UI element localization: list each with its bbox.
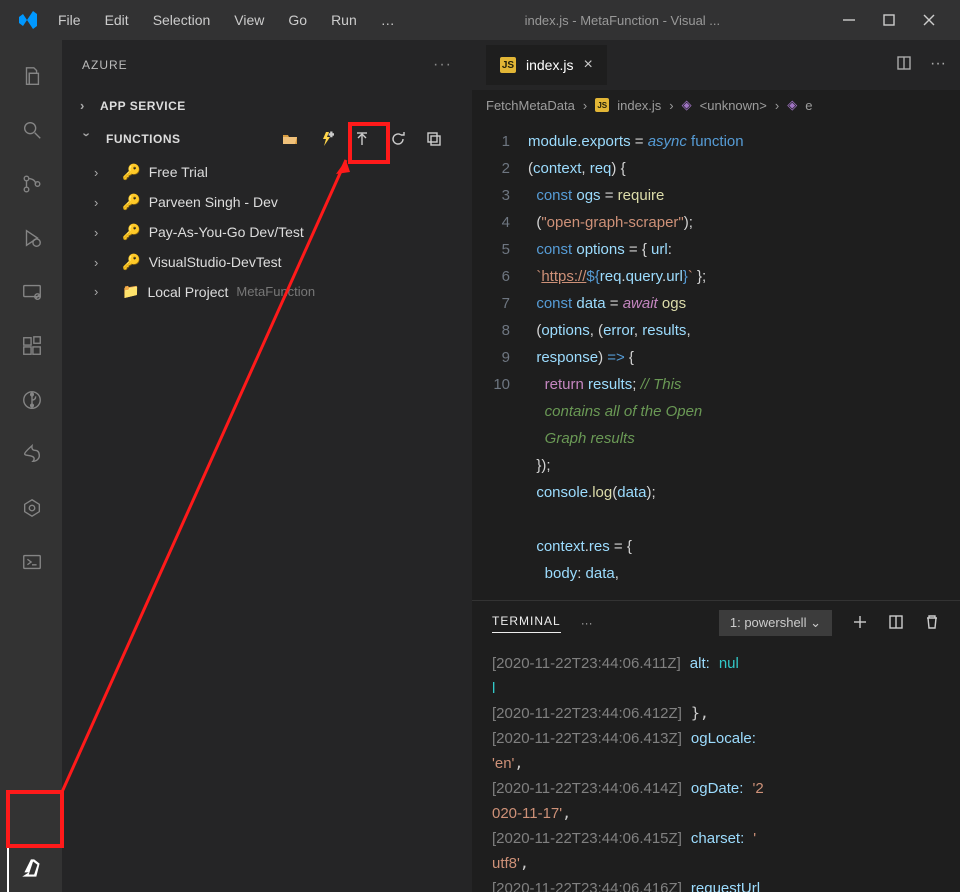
key-icon: 🔑 [122,193,141,211]
terminal-more-icon[interactable]: ··· [581,616,593,630]
git-graph-icon[interactable] [7,376,55,424]
app-service-label: APP SERVICE [100,99,186,113]
menu-view[interactable]: View [224,8,274,32]
menu-run[interactable]: Run [321,8,367,32]
sidebar-title: AZURE ··· [62,40,472,90]
sidebar-title-text: AZURE [82,58,128,72]
azure-icon[interactable] [7,844,55,892]
subscription-item[interactable]: ›🔑VisualStudio-DevTest [90,247,472,277]
remote-icon[interactable] [7,268,55,316]
menu-file[interactable]: File [48,8,91,32]
subscription-tree: ›🔑Free Trial ›🔑Parveen Singh - Dev ›🔑Pay… [62,157,472,306]
key-icon: 🔑 [122,163,141,181]
tab-label: index.js [526,57,573,73]
subscription-item[interactable]: ›🔑Parveen Singh - Dev [90,187,472,217]
window-title: index.js - MetaFunction - Visual ... [405,13,840,28]
js-file-icon: JS [500,57,516,73]
search-icon[interactable] [7,106,55,154]
local-project-item[interactable]: ›📁Local ProjectMetaFunction [90,277,472,306]
chevron-down-icon: ⌄ [810,615,821,630]
explorer-icon[interactable] [7,52,55,100]
extensions-icon[interactable] [7,322,55,370]
subscription-item[interactable]: ›🔑Free Trial [90,157,472,187]
key-icon: 🔑 [122,253,141,271]
breadcrumb-item[interactable]: e [805,98,812,113]
tree-suffix: MetaFunction [236,284,315,299]
create-function-icon[interactable]: + [316,129,336,149]
tree-label: Local Project [147,284,228,300]
terminal-output[interactable]: [2020-11-22T23:44:06.411Z] alt: null [20… [472,645,960,892]
breadcrumb-item[interactable]: FetchMetaData [486,98,575,113]
menu-more[interactable]: … [371,8,405,32]
activity-bar [0,40,62,892]
js-file-icon: JS [595,98,609,112]
menu-bar: File Edit Selection View Go Run … [48,8,405,32]
new-terminal-icon[interactable] [852,614,868,633]
deploy-icon[interactable] [352,129,372,149]
tab-close-icon[interactable]: × [583,56,592,74]
tab-bar: JS index.js × ··· [472,40,960,90]
close-icon[interactable] [920,11,938,29]
kill-terminal-icon[interactable] [924,614,940,633]
editor-group: JS index.js × ··· FetchMetaData› JS inde… [472,40,960,892]
terminal-panel: TERMINAL ··· 1: powershell ⌄ [2020-11-22… [472,600,960,892]
terminal-header: TERMINAL ··· 1: powershell ⌄ [472,601,960,645]
breadcrumb-item[interactable]: <unknown> [700,98,767,113]
tree-label: VisualStudio-DevTest [149,254,282,270]
module-icon: ◈ [787,97,797,113]
window-controls [840,11,938,29]
minimize-icon[interactable] [840,11,858,29]
run-debug-icon[interactable] [7,214,55,262]
split-terminal-icon[interactable] [888,614,904,633]
split-editor-icon[interactable] [896,55,912,76]
editor-more-icon[interactable]: ··· [930,55,946,76]
sidebar-more-icon[interactable]: ··· [433,56,452,74]
maximize-icon[interactable] [880,11,898,29]
vscode-logo-icon [16,8,40,32]
code-content[interactable]: module.exports = async function (context… [528,128,960,600]
svg-text:+: + [329,131,334,139]
breadcrumb-item[interactable]: index.js [617,98,661,113]
terminal-select[interactable]: 1: powershell ⌄ [719,610,832,636]
line-gutter: 12345678910 [472,128,528,600]
app-service-section[interactable]: › APP SERVICE [62,90,472,121]
menu-selection[interactable]: Selection [143,8,221,32]
tab-indexjs[interactable]: JS index.js × [486,45,607,85]
live-share-icon[interactable] [7,430,55,478]
tree-label: Free Trial [149,164,208,180]
subscription-item[interactable]: ›🔑Pay-As-You-Go Dev/Test [90,217,472,247]
key-icon: 🔑 [122,223,141,241]
folder-open-icon[interactable] [280,129,300,149]
azure-sidebar: AZURE ··· › APP SERVICE › FUNCTIONS + › 🔑… [62,40,472,892]
menu-go[interactable]: Go [278,8,317,32]
code-editor[interactable]: 12345678910 module.exports = async funct… [472,120,960,600]
source-control-icon[interactable] [7,160,55,208]
menu-edit[interactable]: Edit [95,8,139,32]
chevron-down-icon: › [80,132,95,146]
breadcrumb[interactable]: FetchMetaData› JS index.js› ◈ <unknown>›… [472,90,960,120]
functions-label: FUNCTIONS [106,132,181,146]
chevron-right-icon: › [80,98,94,113]
collapse-all-icon[interactable] [424,129,444,149]
kubernetes-icon[interactable] [7,484,55,532]
title-bar: File Edit Selection View Go Run … index.… [0,0,960,40]
tree-label: Parveen Singh - Dev [149,194,278,210]
functions-section[interactable]: › FUNCTIONS + [62,121,472,157]
module-icon: ◈ [682,97,692,113]
powershell-icon[interactable] [7,538,55,586]
refresh-icon[interactable] [388,129,408,149]
tree-label: Pay-As-You-Go Dev/Test [149,224,304,240]
terminal-tab[interactable]: TERMINAL [492,614,561,633]
local-project-icon: 📁 [122,283,139,300]
